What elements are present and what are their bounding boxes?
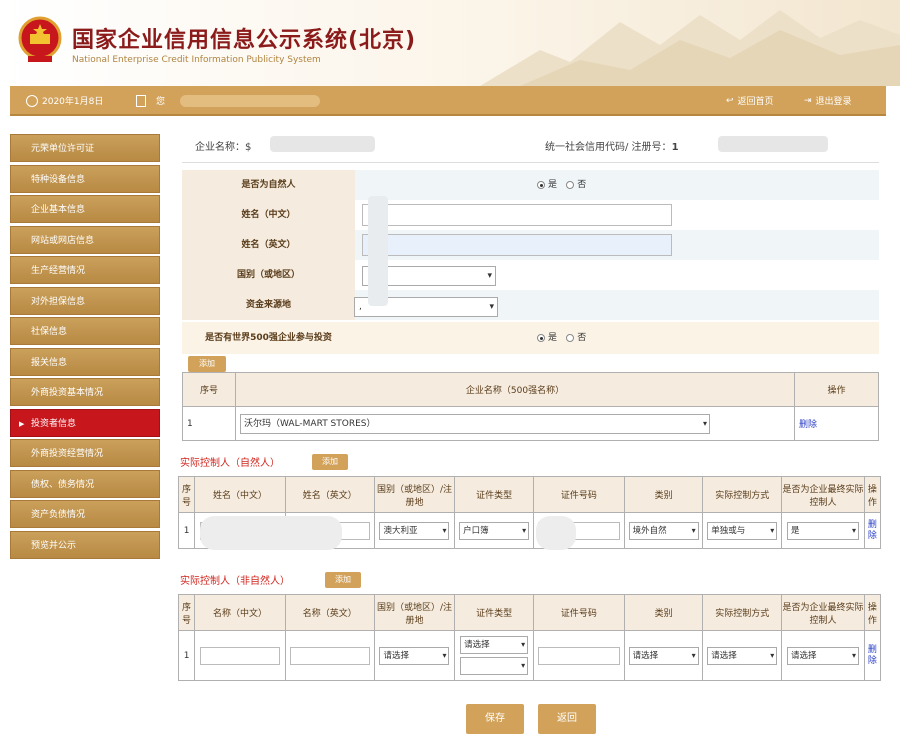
sidebar-item-customs[interactable]: 报关信息 xyxy=(10,347,160,376)
national-emblem-icon xyxy=(18,16,62,62)
sidebar-item-foreign-operation[interactable]: 外商投资经营情况 xyxy=(10,439,160,467)
country-label: 国别（或地区） xyxy=(182,260,355,290)
company-select[interactable]: 沃尔玛（WAL-MART STORES） xyxy=(240,413,710,434)
country-cell-select[interactable]: 澳大利亚 xyxy=(379,521,450,540)
row-fund: 资金来源地 xyxy=(182,290,879,320)
date-text: 2020年1月8日 xyxy=(42,97,104,107)
category-cell-select[interactable]: 请选择 xyxy=(628,646,699,665)
site-title: 国家企业信用信息公示系统(北京) xyxy=(72,28,417,53)
user-display: 您 xyxy=(136,94,165,107)
credit-code: 统一社会信用代码/ 注册号：1 xyxy=(545,142,679,153)
sidebar-item-social-security[interactable]: 社保信息 xyxy=(10,317,160,345)
controller-non-natural-title: 实际控制人（非自然人） xyxy=(180,576,290,587)
site-header: 国家企业信用信息公示系统(北京) National Enterprise Cre… xyxy=(0,0,900,86)
row-is-natural: 是否为自然人 是 否 xyxy=(182,170,879,200)
logout-icon: ⇥ xyxy=(804,95,812,106)
col-action: 操作 xyxy=(794,372,879,407)
top-bar: 2020年1月8日 您 ↩ 返回首页 ⇥ 退出登录 xyxy=(10,86,886,116)
sidebar-item-assets[interactable]: 资产负债情况 xyxy=(10,500,160,528)
redacted-name xyxy=(200,516,342,550)
site-subtitle: National Enterprise Credit Information P… xyxy=(72,55,321,65)
row-country: 国别（或地区） xyxy=(182,260,879,290)
table-row: 1 请选择 请选择 请选择 请选择 请选择 删除 xyxy=(177,630,882,681)
sidebar-item-basic-info[interactable]: 企业基本信息 xyxy=(10,195,160,223)
id-number-cell-input[interactable] xyxy=(537,646,620,665)
sidebar-item-website[interactable]: 网站或网店信息 xyxy=(10,225,160,254)
delete-link[interactable]: 删除 xyxy=(867,520,877,542)
sidebar-item-foreign-basic[interactable]: 外商投资基本情况 xyxy=(10,378,160,406)
control-cell-select[interactable]: 请选择 xyxy=(707,646,778,665)
enterprise-name-redacted xyxy=(270,136,375,152)
sidebar-item-special-equipment[interactable]: 特种设备信息 xyxy=(10,164,160,193)
sidebar: 元荣单位许可证 特种设备信息 企业基本信息 网站或网店信息 生产经营情况 对外担… xyxy=(10,134,160,561)
controller-non-natural-table: 序号 名称（中文） 名称（英文） 国别（或地区）/注册地 证件类型 证件号码 类… xyxy=(177,594,882,681)
sidebar-item-debt[interactable]: 债权、债务情况 xyxy=(10,469,160,498)
delete-link[interactable]: 删除 xyxy=(867,645,877,667)
back-button[interactable]: 返回 xyxy=(538,704,596,734)
fortune500-label: 是否有世界500强企业参与投资 xyxy=(182,322,355,354)
add-fortune500-button[interactable]: 添加 xyxy=(188,356,226,372)
controller-natural-title: 实际控制人（自然人） xyxy=(180,458,280,469)
add-controller-non-natural-button[interactable]: 添加 xyxy=(325,572,361,588)
col-no: 序号 xyxy=(182,372,236,407)
save-button[interactable]: 保存 xyxy=(466,704,524,734)
user-icon xyxy=(136,94,146,107)
id-type-cell-select[interactable]: 户口簿 xyxy=(459,521,530,540)
natural-yes-radio[interactable]: 是 xyxy=(537,170,557,200)
sidebar-item-preview[interactable]: 预览并公示 xyxy=(10,530,160,559)
name-cn-input[interactable] xyxy=(362,204,672,226)
enterprise-name: 企业名称：$ xyxy=(195,142,252,153)
control-cell-select[interactable]: 单独或与 xyxy=(707,521,778,540)
return-icon: ↩ xyxy=(726,95,734,106)
final-cell-select[interactable]: 是 xyxy=(786,521,859,540)
name-cn-label: 姓名（中文） xyxy=(182,200,355,230)
divider xyxy=(182,162,879,163)
natural-label: 是否为自然人 xyxy=(182,170,355,200)
name-cn-cell-input[interactable] xyxy=(200,646,280,665)
col-company: 企业名称（500强名称） xyxy=(235,372,795,407)
logout-link[interactable]: ⇥ 退出登录 xyxy=(804,94,852,108)
natural-no-radio[interactable]: 否 xyxy=(566,170,586,200)
delete-link[interactable]: 删除 xyxy=(799,420,817,430)
table-row: 1 沃尔玛（WAL-MART STORES） 删除 xyxy=(182,406,879,441)
name-en-cell-input[interactable] xyxy=(289,646,370,665)
sidebar-item-investor[interactable]: 投资者信息 xyxy=(10,408,160,437)
mountain-decoration xyxy=(480,10,900,86)
user-name-redacted xyxy=(180,95,320,107)
redacted-id xyxy=(536,516,576,550)
name-en-label: 姓名（英文） xyxy=(182,230,355,260)
sidebar-item-guarantee[interactable]: 对外担保信息 xyxy=(10,286,160,315)
row-fortune500: 是否有世界500强企业参与投资 是 否 xyxy=(182,322,879,354)
user-prefix: 您 xyxy=(156,97,166,107)
id-subtype-cell-select[interactable] xyxy=(460,657,529,675)
date-display: 2020年1月8日 xyxy=(26,94,103,107)
name-en-input[interactable] xyxy=(362,234,672,256)
clock-icon xyxy=(26,94,38,107)
credit-code-redacted xyxy=(718,136,828,152)
fortune500-table: 序号 企业名称（500强名称） 操作 1 沃尔玛（WAL-MART STORES… xyxy=(182,372,879,441)
id-type-cell-select[interactable]: 请选择 xyxy=(460,636,529,654)
add-controller-natural-button[interactable]: 添加 xyxy=(312,454,348,470)
country-cell-select[interactable]: 请选择 xyxy=(379,646,450,665)
redacted-area xyxy=(368,196,388,306)
final-cell-select[interactable]: 请选择 xyxy=(786,646,859,665)
fortune500-no-radio[interactable]: 否 xyxy=(566,322,586,354)
category-cell-select[interactable]: 境外自然 xyxy=(628,521,699,540)
fund-label: 资金来源地 xyxy=(182,290,355,320)
home-link[interactable]: ↩ 返回首页 xyxy=(726,94,774,108)
sidebar-item-permit[interactable]: 元荣单位许可证 xyxy=(10,134,160,162)
sidebar-item-operation[interactable]: 生产经营情况 xyxy=(10,256,160,284)
fortune500-yes-radio[interactable]: 是 xyxy=(537,322,557,354)
